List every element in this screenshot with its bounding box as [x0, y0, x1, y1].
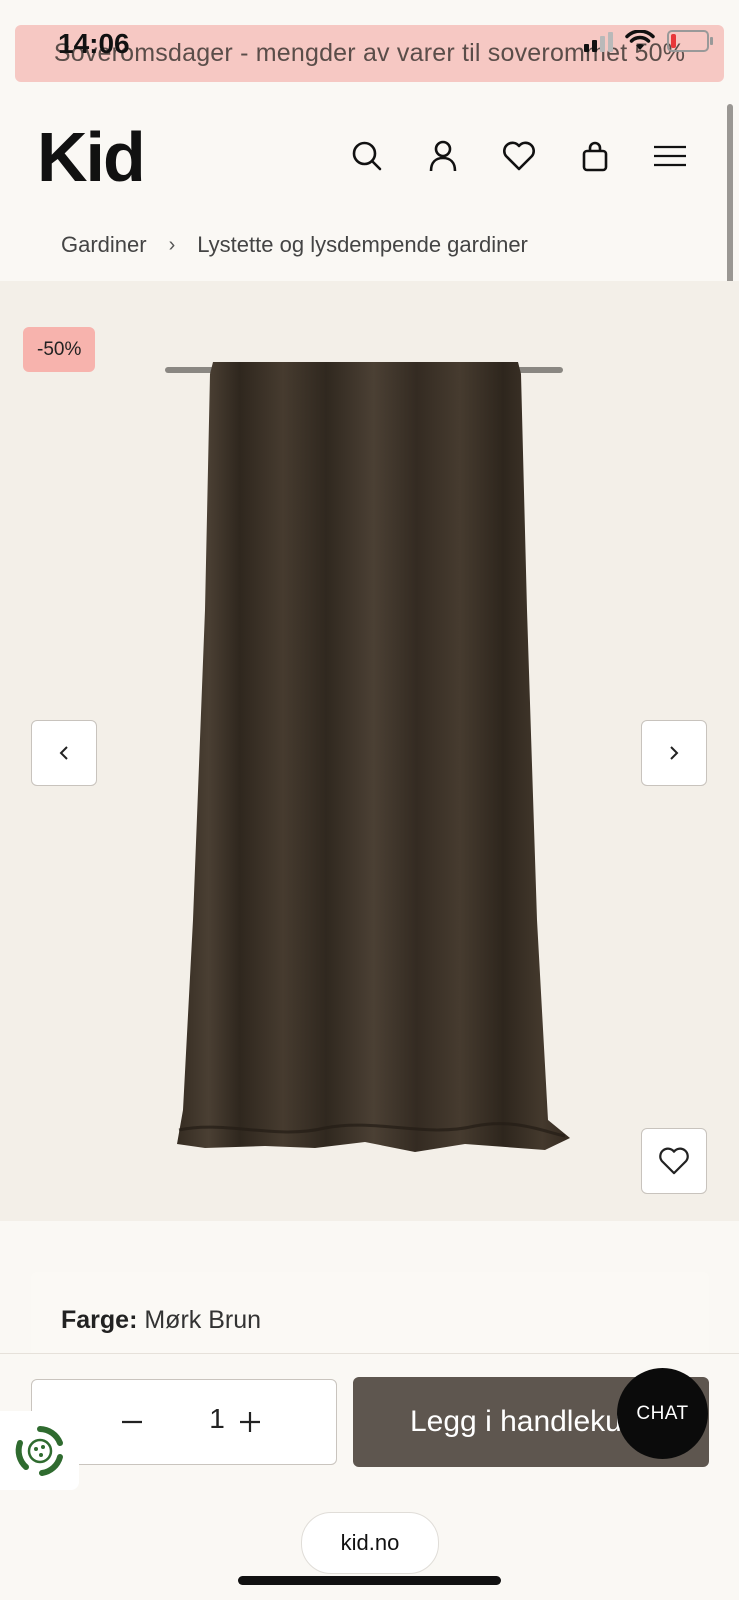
heart-icon [659, 1147, 689, 1175]
account-icon[interactable] [425, 138, 461, 174]
quantity-increase-button[interactable] [230, 1402, 270, 1442]
wishlist-heart-icon[interactable] [501, 138, 537, 174]
breadcrumb: Gardiner › Lystette og lysdempende gardi… [61, 232, 528, 258]
add-to-wishlist-button[interactable] [641, 1128, 707, 1194]
color-line: Farge: Mørk Brun [61, 1306, 261, 1335]
battery-icon [667, 30, 713, 52]
breadcrumb-item-gardiner[interactable]: Gardiner [61, 232, 147, 258]
chevron-left-icon [59, 746, 68, 760]
status-icons [584, 30, 713, 52]
logo[interactable]: Kid [37, 122, 146, 192]
breadcrumb-item-lystette[interactable]: Lystette og lysdempende gardiner [197, 232, 528, 258]
color-value: Mørk Brun [144, 1306, 262, 1334]
recycle-icon [15, 1425, 63, 1476]
product-image[interactable] [165, 360, 575, 1160]
shopping-bag-icon[interactable] [577, 138, 613, 174]
search-icon[interactable] [349, 138, 385, 174]
minus-icon [122, 1420, 142, 1424]
signal-icon [584, 30, 613, 52]
plus-icon [240, 1412, 260, 1432]
color-label: Farge: [61, 1306, 138, 1334]
eco-badge[interactable] [0, 1411, 79, 1490]
gallery-next-button[interactable] [641, 720, 707, 786]
site-header: Kid [0, 100, 739, 215]
quantity-value[interactable]: 1 [202, 1403, 232, 1435]
menu-icon[interactable] [652, 138, 688, 174]
gallery-prev-button[interactable] [31, 720, 97, 786]
quantity-decrease-button[interactable] [112, 1402, 152, 1442]
url-bar[interactable]: kid.no [301, 1512, 439, 1574]
wifi-icon [625, 30, 655, 50]
chevron-right-icon: › [168, 233, 176, 256]
chevron-right-icon [670, 746, 679, 760]
discount-badge: -50% [23, 327, 96, 372]
status-time: 14:06 [58, 28, 130, 59]
home-indicator[interactable] [238, 1576, 501, 1585]
chat-button[interactable]: CHAT [617, 1368, 708, 1459]
